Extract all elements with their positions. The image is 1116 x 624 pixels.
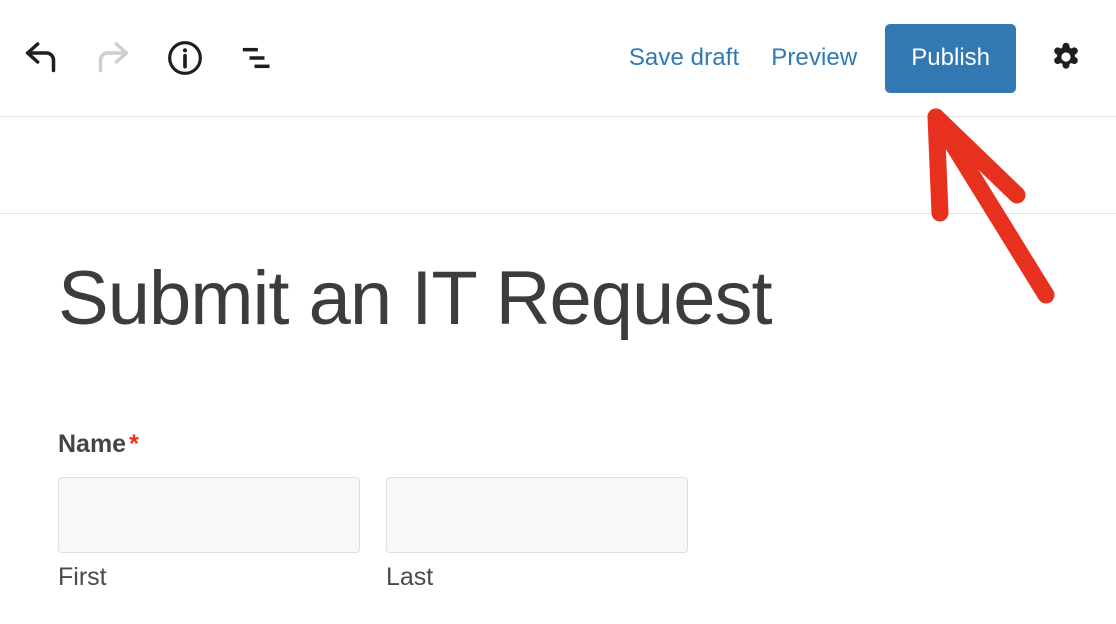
preview-button[interactable]: Preview (755, 36, 873, 80)
gear-icon (1049, 40, 1083, 77)
name-last-group: Last (386, 477, 688, 590)
name-last-input[interactable] (386, 477, 688, 553)
name-subfields-row: First Last (58, 477, 718, 590)
block-toolbar-band (0, 117, 1116, 213)
redo-icon (93, 38, 133, 78)
undo-button[interactable] (18, 35, 64, 81)
list-view-button[interactable] (234, 35, 280, 81)
undo-icon (21, 38, 61, 78)
form-canvas: Submit an IT Request Name * First Last (0, 214, 1116, 624)
name-first-input[interactable] (58, 477, 360, 553)
form-field-name: Name * First Last (58, 432, 718, 590)
toolbar-left-group (0, 35, 280, 81)
save-draft-button[interactable]: Save draft (613, 36, 755, 80)
page-title: Submit an IT Request (58, 256, 773, 341)
publish-button[interactable]: Publish (885, 23, 1016, 93)
name-first-sublabel: First (58, 563, 107, 591)
field-label-name: Name * (58, 432, 718, 457)
required-asterisk: * (129, 430, 139, 458)
name-last-sublabel: Last (386, 563, 434, 591)
settings-button[interactable] (1040, 32, 1092, 84)
toolbar-right-group: Save draft Preview Publish (613, 23, 1116, 93)
editor-toolbar: Save draft Preview Publish (0, 0, 1116, 116)
redo-button[interactable] (90, 35, 136, 81)
name-first-group: First (58, 477, 360, 590)
field-label-name-text: Name (58, 430, 127, 458)
info-icon (165, 38, 205, 78)
details-button[interactable] (162, 35, 208, 81)
list-view-icon (237, 38, 277, 78)
